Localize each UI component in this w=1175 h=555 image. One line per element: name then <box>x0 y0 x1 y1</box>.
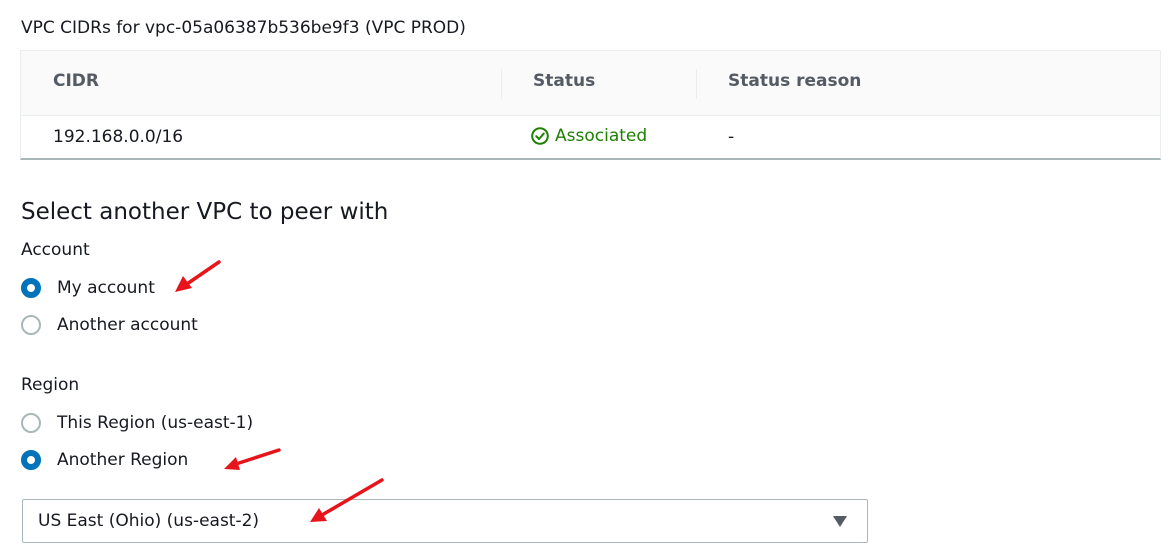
red-arrow-icon <box>175 260 221 292</box>
region-select[interactable]: US East (Ohio) (us-east-2) <box>22 499 868 543</box>
column-header-status-reason[interactable]: Status reason <box>728 71 861 91</box>
status-text: Associated <box>555 126 648 146</box>
cidr-table: CIDR Status Status reason 192.168.0.0/16… <box>20 50 1161 160</box>
column-header-status[interactable]: Status <box>533 71 595 91</box>
radio-button-checked[interactable] <box>21 278 41 298</box>
region-select-value[interactable]: US East (Ohio) (us-east-2) <box>38 511 259 531</box>
radio-another-region[interactable]: Another Region <box>21 450 188 470</box>
radio-label-this-region[interactable]: This Region (us-east-1) <box>57 413 253 433</box>
vpc-peering-page: VPC CIDRs for vpc-05a06387b536be9f3 (VPC… <box>0 0 1175 555</box>
cidr-section-caption: VPC CIDRs for vpc-05a06387b536be9f3 (VPC… <box>21 18 466 38</box>
radio-label-another-region[interactable]: Another Region <box>57 450 188 470</box>
peer-section-heading: Select another VPC to peer with <box>21 199 389 225</box>
cell-status: Associated <box>531 126 647 146</box>
check-circle-icon <box>531 127 549 145</box>
radio-label-another-account[interactable]: Another account <box>57 315 198 335</box>
radio-another-account[interactable]: Another account <box>21 315 198 335</box>
radio-button-unchecked[interactable] <box>21 413 41 433</box>
column-header-cidr[interactable]: CIDR <box>53 71 99 91</box>
radio-button-unchecked[interactable] <box>21 315 41 335</box>
cidr-table-header: CIDR Status Status reason <box>21 51 1160 116</box>
cell-status-reason: - <box>728 127 735 147</box>
radio-this-region[interactable]: This Region (us-east-1) <box>21 413 253 433</box>
caret-down-icon[interactable] <box>833 516 847 527</box>
red-arrow-icon <box>310 478 384 522</box>
cell-cidr: 192.168.0.0/16 <box>53 127 184 147</box>
account-group-label: Account <box>21 240 90 260</box>
red-arrow-icon <box>224 448 281 470</box>
radio-label-my-account[interactable]: My account <box>57 278 155 298</box>
radio-my-account[interactable]: My account <box>21 278 155 298</box>
region-group-label: Region <box>21 375 80 395</box>
column-divider[interactable] <box>501 69 502 99</box>
column-divider[interactable] <box>696 69 697 99</box>
radio-button-checked[interactable] <box>21 450 41 470</box>
